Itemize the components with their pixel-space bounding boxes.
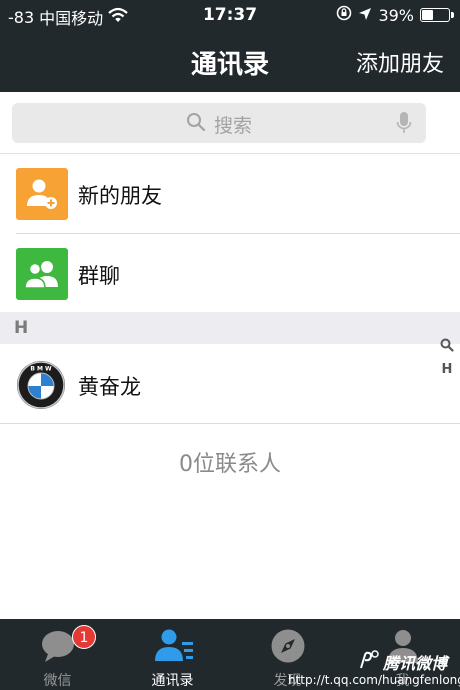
row-divider xyxy=(0,423,460,424)
index-letter-h[interactable]: H xyxy=(442,362,453,377)
status-right: 39% xyxy=(336,5,454,25)
weibo-logo-icon xyxy=(358,650,380,674)
unread-badge: 1 xyxy=(72,625,96,649)
microphone-icon[interactable] xyxy=(396,111,412,139)
status-bar: -83 中国移动 17:37 39% xyxy=(0,0,460,30)
contact-count: 0位联系人 xyxy=(179,452,281,477)
new-friend-icon xyxy=(16,168,68,220)
location-arrow-icon xyxy=(358,6,372,25)
compass-icon xyxy=(270,628,306,664)
search-input[interactable]: 搜索 xyxy=(12,103,426,143)
new-friends-label: 新的朋友 xyxy=(78,184,162,208)
chat-bubble-icon xyxy=(40,628,76,664)
contact-name: 黄奋龙 xyxy=(78,375,141,399)
contact-row[interactable]: B M W 黄奋龙 xyxy=(0,344,460,424)
search-placeholder: 搜索 xyxy=(213,115,252,137)
search-section: 搜索 xyxy=(0,92,460,154)
group-chat-label: 群聊 xyxy=(78,264,120,288)
add-friend-button[interactable]: 添加朋友 xyxy=(356,46,444,78)
tab-label: 通讯录 xyxy=(151,673,194,689)
weibo-watermark: 腾讯微博 xyxy=(358,650,447,674)
bmw-logo-avatar: B M W xyxy=(16,360,66,410)
group-chat-icon xyxy=(16,248,68,300)
rotation-lock-icon xyxy=(336,5,352,25)
watermark-brand: 腾讯微博 xyxy=(383,654,448,673)
group-chat-row[interactable]: 群聊 xyxy=(0,234,460,314)
nav-bar: 通讯录 添加朋友 xyxy=(0,30,460,92)
contacts-icon xyxy=(155,628,193,664)
search-icon xyxy=(186,112,206,137)
search-placeholder-group: 搜索 xyxy=(12,111,426,138)
battery-fill xyxy=(422,10,433,20)
tab-chats[interactable]: 1 微信 xyxy=(0,619,115,690)
watermark-url: http://t.qq.com/huangfenlong xyxy=(288,673,460,687)
tab-label: 微信 xyxy=(43,673,72,689)
battery-icon xyxy=(420,8,454,22)
tab-contacts[interactable]: 通讯录 xyxy=(115,619,230,690)
svg-text:B M W: B M W xyxy=(30,366,52,373)
new-friends-row[interactable]: 新的朋友 xyxy=(0,154,460,234)
index-search-icon[interactable] xyxy=(440,338,454,356)
section-index-bar[interactable]: H xyxy=(438,338,456,377)
section-header-h: H xyxy=(0,312,460,344)
battery-percent: 39% xyxy=(378,5,414,25)
